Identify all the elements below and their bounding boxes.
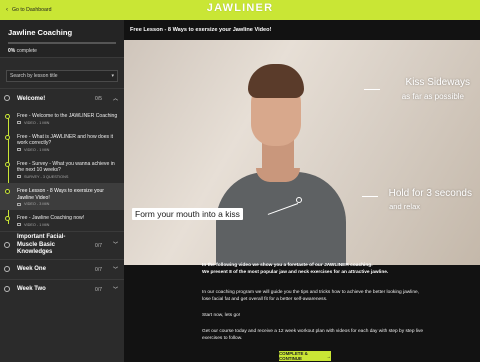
section-week-two[interactable]: Week Two 0/7 ﹀ [0,278,124,299]
overlay-connector [362,196,378,197]
lesson-status-icon [5,216,10,222]
lesson-meta-text: VIDEO - 1 MIN [24,222,50,227]
caret-down-icon: ▾ [111,73,114,79]
overlay-kiss-sideways-sub: as far as possible [401,92,464,101]
lesson-description: In the following video we show you a for… [202,262,428,347]
description-intro-line1: In the following video we show you a for… [202,263,373,268]
section-status-icon [4,265,10,272]
description-intro: In the following video we show you a for… [202,262,428,276]
chevron-up-icon: ︿ [112,96,118,102]
lesson-item[interactable]: Free - Jawline Coaching now! VIDEO - 1 M… [0,210,124,231]
lesson-item[interactable]: Free - Welcome to the JAWLINER Coaching … [0,108,124,129]
lesson-meta-text: VIDEO - 1 MIN [24,120,50,125]
progress-label: complete [16,48,37,54]
lesson-status-icon [5,161,10,167]
course-sidebar: Jawline Coaching 0% complete Search by l… [0,20,124,362]
description-paragraph: In our coaching program we will guide yo… [202,290,420,302]
overlay-form-mouth: Form your mouth into a kiss [132,208,243,220]
section-status-icon [4,285,10,292]
lesson-item[interactable]: Free - Survey - What you wanna achieve i… [0,156,124,183]
lesson-meta-text: VIDEO - 1 MIN [24,147,50,152]
lesson-status-icon [5,188,10,194]
lesson-title: Free - What is JAWLINER and how does it … [17,133,114,147]
progress-text: 0% complete [8,48,116,54]
section-title: Week Two [17,286,46,293]
video-player[interactable]: Kiss Sideways as far as possible Form yo… [124,40,480,265]
lesson-title: Free - Welcome to the JAWLINER Coaching [17,113,118,119]
lesson-item-active[interactable]: Free Lesson - 8 Ways to exersize your Ja… [0,182,124,211]
jawliner-logo[interactable]: JAWLINER [0,2,480,14]
lesson-meta-text: SURVEY - 3 QUESTIONS [24,174,69,179]
lesson-meta: VIDEO - 1 MIN [17,223,120,227]
section-title: Week One [17,266,46,273]
section-welcome[interactable]: Welcome! 0/5 ︿ [0,88,124,108]
logo-wordmark: JAWLINER [206,2,274,14]
overlay-pointer-circle [296,197,302,203]
course-title: Jawline Coaching [8,28,73,37]
section-status-icon [4,241,10,248]
section-count: 0/5 [95,96,102,102]
video-icon [17,148,21,152]
lesson-meta: VIDEO - 1 MIN [17,148,120,152]
lesson-title: Free - Jawline Coaching now! [17,215,85,222]
section-week-one[interactable]: Week One 0/7 ﹀ [0,258,124,279]
progress-value: 0% [8,48,16,54]
section-count: 0/7 [95,266,102,273]
lesson-heading: Free Lesson - 8 Ways to exersize your Ja… [130,27,272,33]
lesson-meta: VIDEO - 1 MIN [17,121,120,125]
overlay-hold: Hold for 3 seconds [388,188,472,199]
video-icon [17,223,21,227]
lesson-title: Free Lesson - 8 Ways to exersize your Ja… [17,187,105,201]
progress-bar [8,42,116,44]
video-icon [17,121,21,125]
overlay-connector [364,89,380,90]
lesson-title: Free - Survey - What you wanna achieve i… [17,160,115,174]
chevron-down-icon: ﹀ [112,286,118,293]
top-bar: ‹ Go to Dashboard JAWLINER [0,0,480,20]
video-icon [17,202,21,206]
chevron-down-icon: ﹀ [112,241,118,248]
section-count: 0/7 [95,242,102,249]
lesson-meta: SURVEY - 3 QUESTIONS [17,175,120,179]
survey-icon [17,175,21,179]
lesson-meta: VIDEO - 3 MIN [17,202,120,206]
course-header: Jawline Coaching 0% complete [0,20,124,58]
overlay-kiss-sideways: Kiss Sideways [405,77,470,88]
lesson-meta-text: VIDEO - 3 MIN [24,202,50,207]
complete-and-continue-label: COMPLETE & CONTINUE [279,351,308,361]
section-title: Welcome! [17,95,46,102]
lesson-content: Free Lesson - 8 Ways to exersize your Ja… [124,20,480,362]
lesson-item[interactable]: Free - What is JAWLINER and how does it … [0,129,124,156]
lesson-status-icon [5,114,10,119]
section-count: 0/7 [95,286,102,293]
section-status-icon [4,95,10,101]
description-paragraph: Start now, lets go! [202,313,241,318]
complete-and-continue-button[interactable]: COMPLETE & CONTINUE → [279,351,331,361]
lesson-search-dropdown[interactable]: Search by lesson title ▾ [6,70,118,82]
lesson-status-icon [5,134,10,140]
overlay-hold-sub: and relax [389,202,420,211]
search-placeholder: Search by lesson title [10,73,58,79]
section-title: Important Facial-Muscle Basic Knowledges [17,234,66,255]
section-basic-knowledges[interactable]: Important Facial-Muscle Basic Knowledges… [0,230,124,259]
arrow-right-icon: → [326,353,331,359]
chevron-down-icon: ﹀ [112,266,118,273]
description-intro-line2: We present 8 of the most popular jaw and… [202,270,389,275]
lesson-list: Free - Welcome to the JAWLINER Coaching … [0,108,124,231]
description-paragraph: Get our course today and receive a 12 we… [202,329,424,341]
video-frame-person-hair [248,64,304,98]
